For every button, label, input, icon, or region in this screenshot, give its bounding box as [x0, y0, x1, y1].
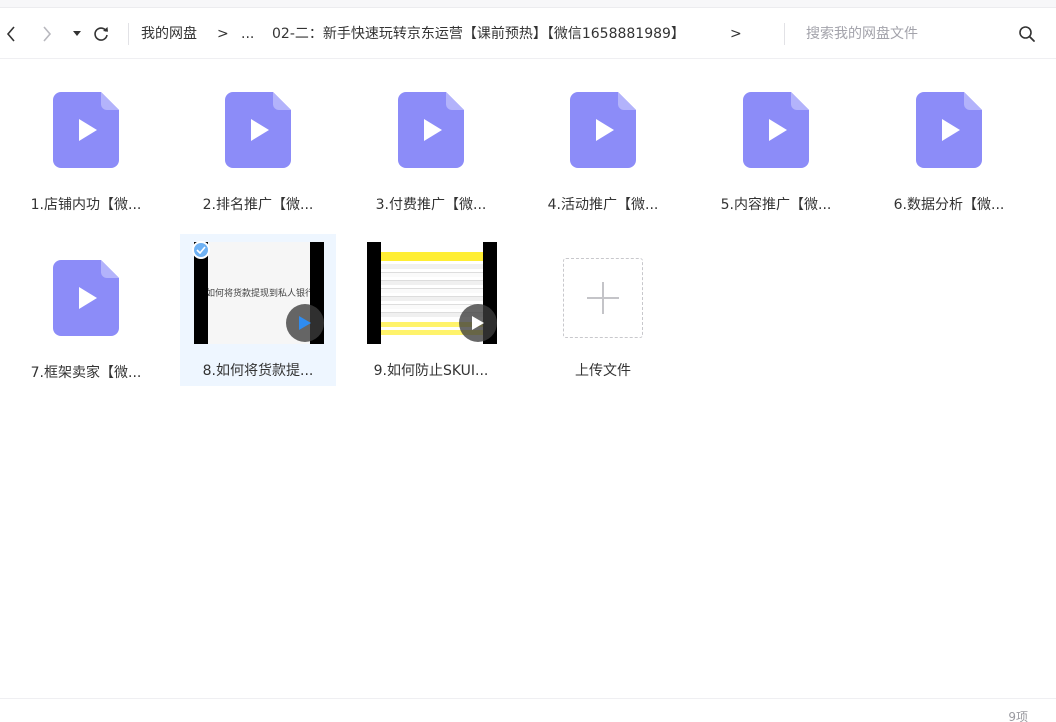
toolbar-divider — [128, 23, 129, 45]
file-name: 5.内容推广【微... — [720, 197, 832, 213]
file-name: 2.排名推广【微... — [202, 197, 314, 213]
status-bar: 9项 — [0, 698, 1056, 722]
file-tile[interactable]: 5.内容推广【微... — [698, 68, 854, 220]
file-name: 8.如何将货款提... — [202, 363, 314, 379]
file-tile[interactable]: 9.如何防止SKUI... — [353, 234, 509, 386]
play-overlay[interactable] — [459, 304, 497, 342]
breadcrumb-root[interactable]: 我的网盘 — [141, 9, 197, 59]
play-icon — [299, 316, 311, 330]
upload-button[interactable] — [563, 258, 643, 338]
play-overlay[interactable] — [286, 304, 324, 342]
thumbnail-caption: 如何将货款提现到私人银行卡 — [208, 289, 310, 299]
chevron-right-icon — [43, 26, 52, 42]
search-button[interactable] — [1016, 23, 1038, 45]
file-name: 4.活动推广【微... — [547, 197, 659, 213]
file-tile[interactable]: 6.数据分析【微... — [871, 68, 1027, 220]
file-tile[interactable]: 3.付费推广【微... — [353, 68, 509, 220]
navigation-toolbar: 我的网盘 > ... 02-二：新手快速玩转京东运营【课前预热】【微信16588… — [0, 9, 1056, 59]
file-name: 6.数据分析【微... — [893, 197, 1005, 213]
file-tile[interactable]: 2.排名推广【微... — [180, 68, 336, 220]
search-divider — [784, 23, 785, 45]
file-name: 3.付费推广【微... — [375, 197, 487, 213]
video-file-icon — [916, 92, 982, 168]
back-button[interactable] — [0, 21, 22, 47]
video-thumbnail — [367, 242, 497, 344]
video-file-icon — [53, 260, 119, 336]
sheet-title-row — [381, 252, 483, 261]
file-tile[interactable]: 4.活动推广【微... — [525, 68, 681, 220]
video-thumbnail: 如何将货款提现到私人银行卡 — [194, 242, 324, 344]
search-icon — [1019, 26, 1035, 42]
upload-label: 上传文件 — [575, 363, 631, 379]
breadcrumb-separator: > — [217, 26, 229, 42]
video-file-icon — [53, 92, 119, 168]
file-name: 1.店铺内功【微... — [30, 197, 142, 213]
history-dropdown-button[interactable] — [66, 21, 88, 47]
file-name: 7.框架卖家【微... — [30, 365, 142, 381]
play-icon — [472, 316, 484, 330]
file-name: 9.如何防止SKUI... — [373, 363, 489, 379]
video-file-icon — [570, 92, 636, 168]
file-tile-selected[interactable]: 如何将货款提现到私人银行卡 8.如何将货款提... — [180, 234, 336, 386]
upload-tile[interactable]: 上传文件 — [525, 234, 681, 386]
video-file-icon — [398, 92, 464, 168]
breadcrumb-ellipsis[interactable]: ... — [241, 9, 254, 59]
item-count: 9项 — [1008, 710, 1028, 722]
breadcrumb-separator-trailing[interactable]: > — [730, 9, 742, 59]
refresh-icon — [94, 27, 108, 41]
search-input[interactable] — [806, 21, 1006, 47]
plus-icon — [587, 282, 619, 314]
breadcrumb-current-folder[interactable]: 02-二：新手快速玩转京东运营【课前预热】【微信1658881989】 — [272, 9, 716, 59]
window-top-strip — [0, 0, 1056, 8]
video-file-icon — [225, 92, 291, 168]
refresh-button[interactable] — [90, 21, 112, 47]
selected-check-icon[interactable] — [192, 241, 210, 259]
forward-button[interactable] — [36, 21, 58, 47]
file-tile[interactable]: 1.店铺内功【微... — [8, 68, 164, 220]
file-tile[interactable]: 7.框架卖家【微... — [8, 236, 164, 388]
chevron-left-icon — [6, 26, 15, 42]
caret-down-icon — [73, 31, 81, 36]
video-file-icon — [743, 92, 809, 168]
